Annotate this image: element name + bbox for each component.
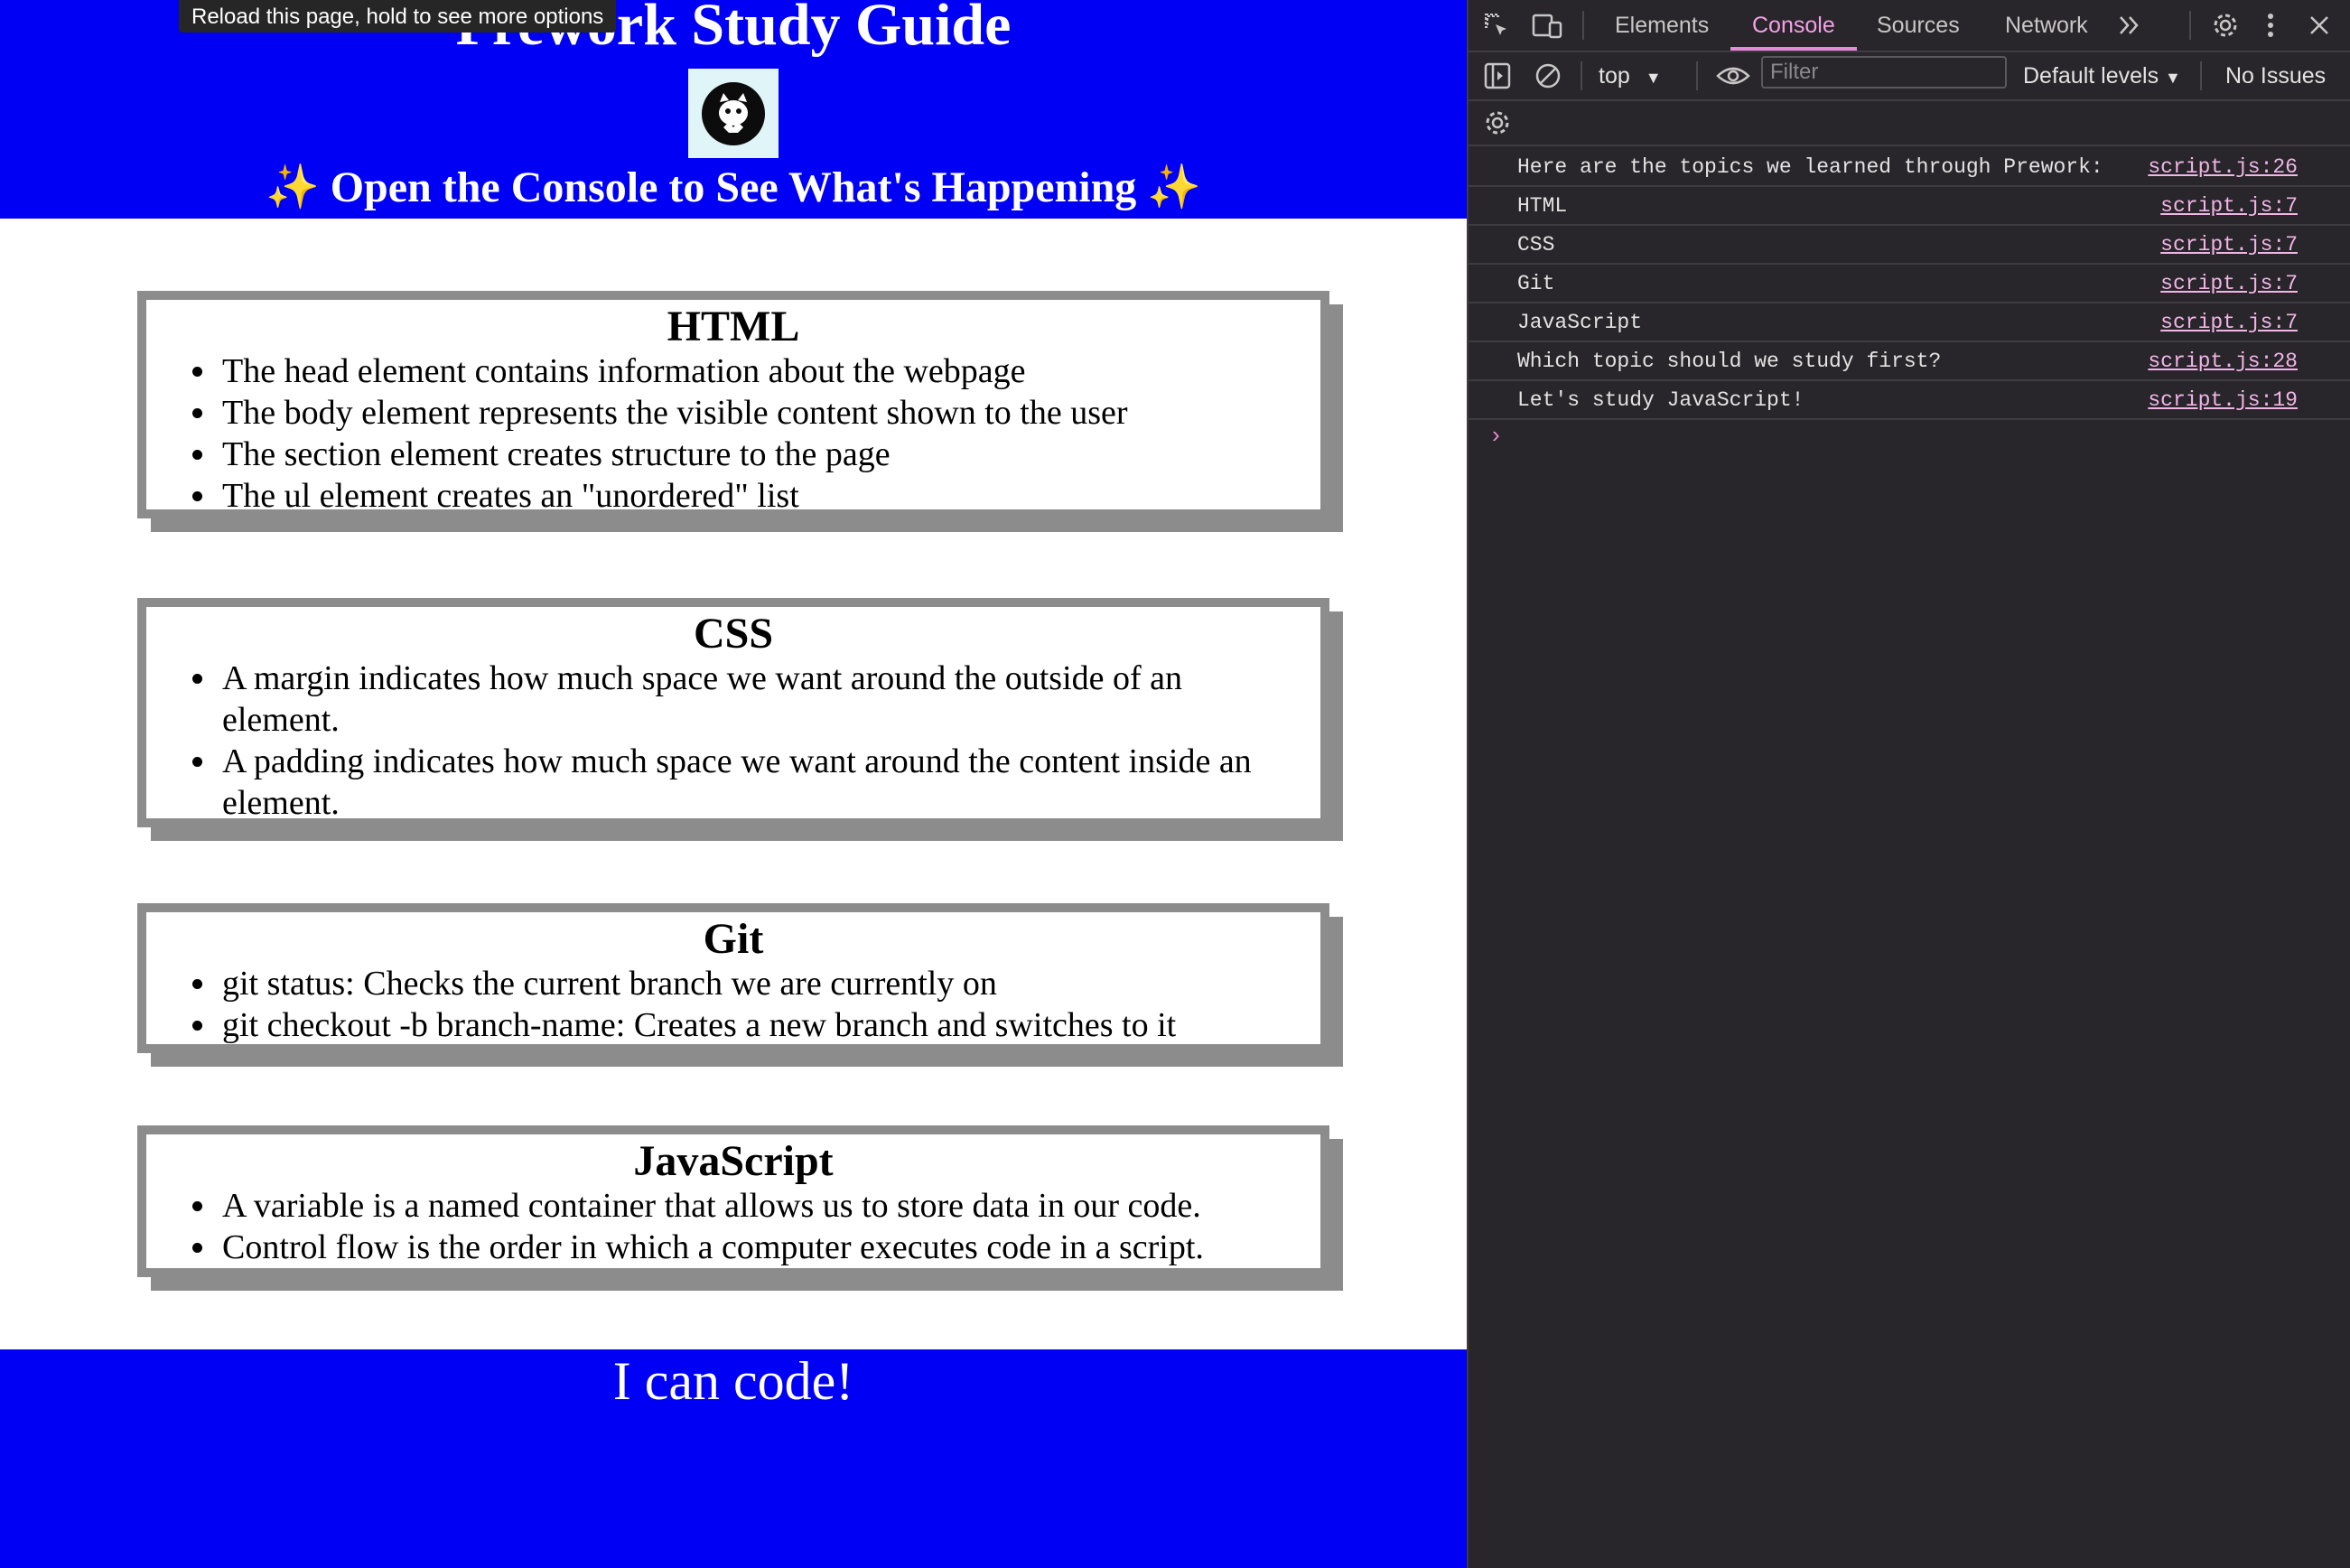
dropdown-arrow-icon: ▼ — [2165, 69, 2181, 87]
section-list: A variable is a named container that all… — [146, 1185, 1320, 1268]
section-html: HTML The head element contains informati… — [137, 291, 1329, 518]
more-tabs-icon[interactable] — [2117, 13, 2142, 43]
section-list: The head element contains information ab… — [146, 350, 1320, 517]
page-footer: I can code! — [0, 1349, 1467, 1568]
console-settings-bar — [1467, 101, 2350, 146]
sparkle-icon: ✨ — [1147, 163, 1202, 211]
sparkle-icon: ✨ — [265, 163, 320, 211]
console-message-text: Git — [1517, 272, 1555, 295]
section-css: CSS A margin indicates how much space we… — [137, 598, 1329, 827]
page-subtitle: ✨ Open the Console to See What's Happeni… — [0, 161, 1467, 215]
console-message: Let's study JavaScript! script.js:19 — [1467, 381, 2350, 420]
list-item: A variable is a named container that all… — [219, 1185, 1302, 1227]
console-message: CSS script.js:7 — [1467, 226, 2350, 265]
section-heading: JavaScript — [633, 1137, 834, 1185]
toolbar-separator — [1696, 61, 1698, 90]
more-options-icon[interactable] — [2265, 11, 2276, 45]
list-item: git checkout -b branch-name: Creates a n… — [219, 1004, 1302, 1046]
devtools-tabbar: Elements Console Sources Network — [1467, 0, 2350, 52]
inspect-element-icon[interactable] — [1483, 12, 1512, 46]
tab-console[interactable]: Console — [1730, 0, 1857, 51]
console-source-link[interactable]: script.js:7 — [2160, 187, 2298, 225]
console-message: HTML script.js:7 — [1467, 187, 2350, 226]
cat-logo-icon — [702, 82, 765, 145]
toolbar-separator — [2189, 11, 2191, 40]
console-message: JavaScript script.js:7 — [1467, 303, 2350, 342]
console-message-text: HTML — [1517, 194, 1568, 218]
toolbar-separator — [1582, 11, 1584, 40]
list-item: The head element contains information ab… — [219, 350, 1302, 392]
section-heading: CSS — [693, 610, 774, 658]
console-output: Here are the topics we learned through P… — [1467, 148, 2350, 420]
list-item: Control flow is the order in which a com… — [219, 1227, 1302, 1268]
filter-input[interactable] — [1761, 56, 2007, 89]
tab-network[interactable]: Network — [2005, 0, 2088, 49]
hero-header: Prework Study Guide ✨ Open the Console t… — [0, 0, 1467, 219]
section-list: git status: Checks the current branch we… — [146, 963, 1320, 1046]
console-settings-gear-icon[interactable] — [1483, 108, 1512, 143]
console-message: Git script.js:7 — [1467, 265, 2350, 303]
log-levels-label: Default levels — [2023, 63, 2159, 89]
console-source-link[interactable]: script.js:7 — [2160, 226, 2298, 264]
dropdown-arrow-icon: ▼ — [1645, 69, 1662, 87]
list-item: The ul element creates an "unordered" li… — [219, 475, 1302, 517]
footer-text: I can code! — [612, 1351, 854, 1411]
issues-counter[interactable]: No Issues — [2225, 58, 2326, 94]
devtools-panel: Elements Console Sources Network top ▼ F… — [1467, 0, 2350, 1568]
console-source-link[interactable]: script.js:19 — [2148, 381, 2298, 419]
toolbar-separator — [1581, 61, 1582, 90]
tab-elements[interactable]: Elements — [1615, 0, 1709, 49]
console-source-link[interactable]: script.js:7 — [2160, 265, 2298, 303]
console-prompt-icon[interactable]: › — [1492, 421, 1500, 449]
console-message-text: Here are the topics we learned through P… — [1517, 155, 2103, 179]
log-levels-dropdown[interactable]: Default levels ▼ — [2023, 58, 2181, 96]
toolbar-separator — [2200, 61, 2202, 90]
logo-image — [688, 69, 779, 158]
subtitle-text: Open the Console to See What's Happening — [330, 163, 1137, 211]
console-message: Which topic should we study first? scrip… — [1467, 342, 2350, 381]
webpage: Prework Study Guide ✨ Open the Console t… — [0, 0, 1467, 1568]
section-git: Git git status: Checks the current branc… — [137, 903, 1329, 1053]
list-item: git status: Checks the current branch we… — [219, 963, 1302, 1004]
console-source-link[interactable]: script.js:28 — [2148, 342, 2298, 380]
reload-tooltip: Reload this page, hold to see more optio… — [179, 0, 617, 33]
console-message-text: JavaScript — [1517, 311, 1643, 334]
close-icon[interactable] — [2307, 13, 2332, 43]
console-message-text: Which topic should we study first? — [1517, 350, 1942, 373]
settings-gear-icon[interactable] — [2211, 11, 2240, 45]
list-item: A padding indicates how much space we wa… — [219, 741, 1302, 824]
list-item: The section element creates structure to… — [219, 434, 1302, 475]
tab-sources[interactable]: Sources — [1877, 0, 1960, 49]
list-item: The body element represents the visible … — [219, 392, 1302, 434]
console-message-text: CSS — [1517, 233, 1555, 257]
section-javascript: JavaScript A variable is a named contain… — [137, 1125, 1329, 1277]
console-source-link[interactable]: script.js:26 — [2148, 148, 2298, 186]
live-expression-eye-icon[interactable] — [1716, 61, 1750, 96]
sidebar-toggle-icon[interactable] — [1483, 61, 1512, 96]
list-item: A margin indicates how much space we wan… — [219, 658, 1302, 741]
section-heading: Git — [703, 915, 764, 963]
context-selector[interactable]: top ▼ — [1599, 58, 1662, 96]
console-source-link[interactable]: script.js:7 — [2160, 303, 2298, 341]
console-message-text: Let's study JavaScript! — [1517, 388, 1804, 412]
device-toolbar-icon[interactable] — [1532, 12, 1562, 46]
console-toolbar: top ▼ Default levels ▼ No Issues — [1467, 52, 2350, 101]
clear-console-icon[interactable] — [1534, 61, 1562, 96]
context-value: top — [1599, 63, 1630, 89]
section-list: A margin indicates how much space we wan… — [146, 658, 1320, 824]
console-message: Here are the topics we learned through P… — [1467, 148, 2350, 187]
section-heading: HTML — [667, 303, 800, 350]
